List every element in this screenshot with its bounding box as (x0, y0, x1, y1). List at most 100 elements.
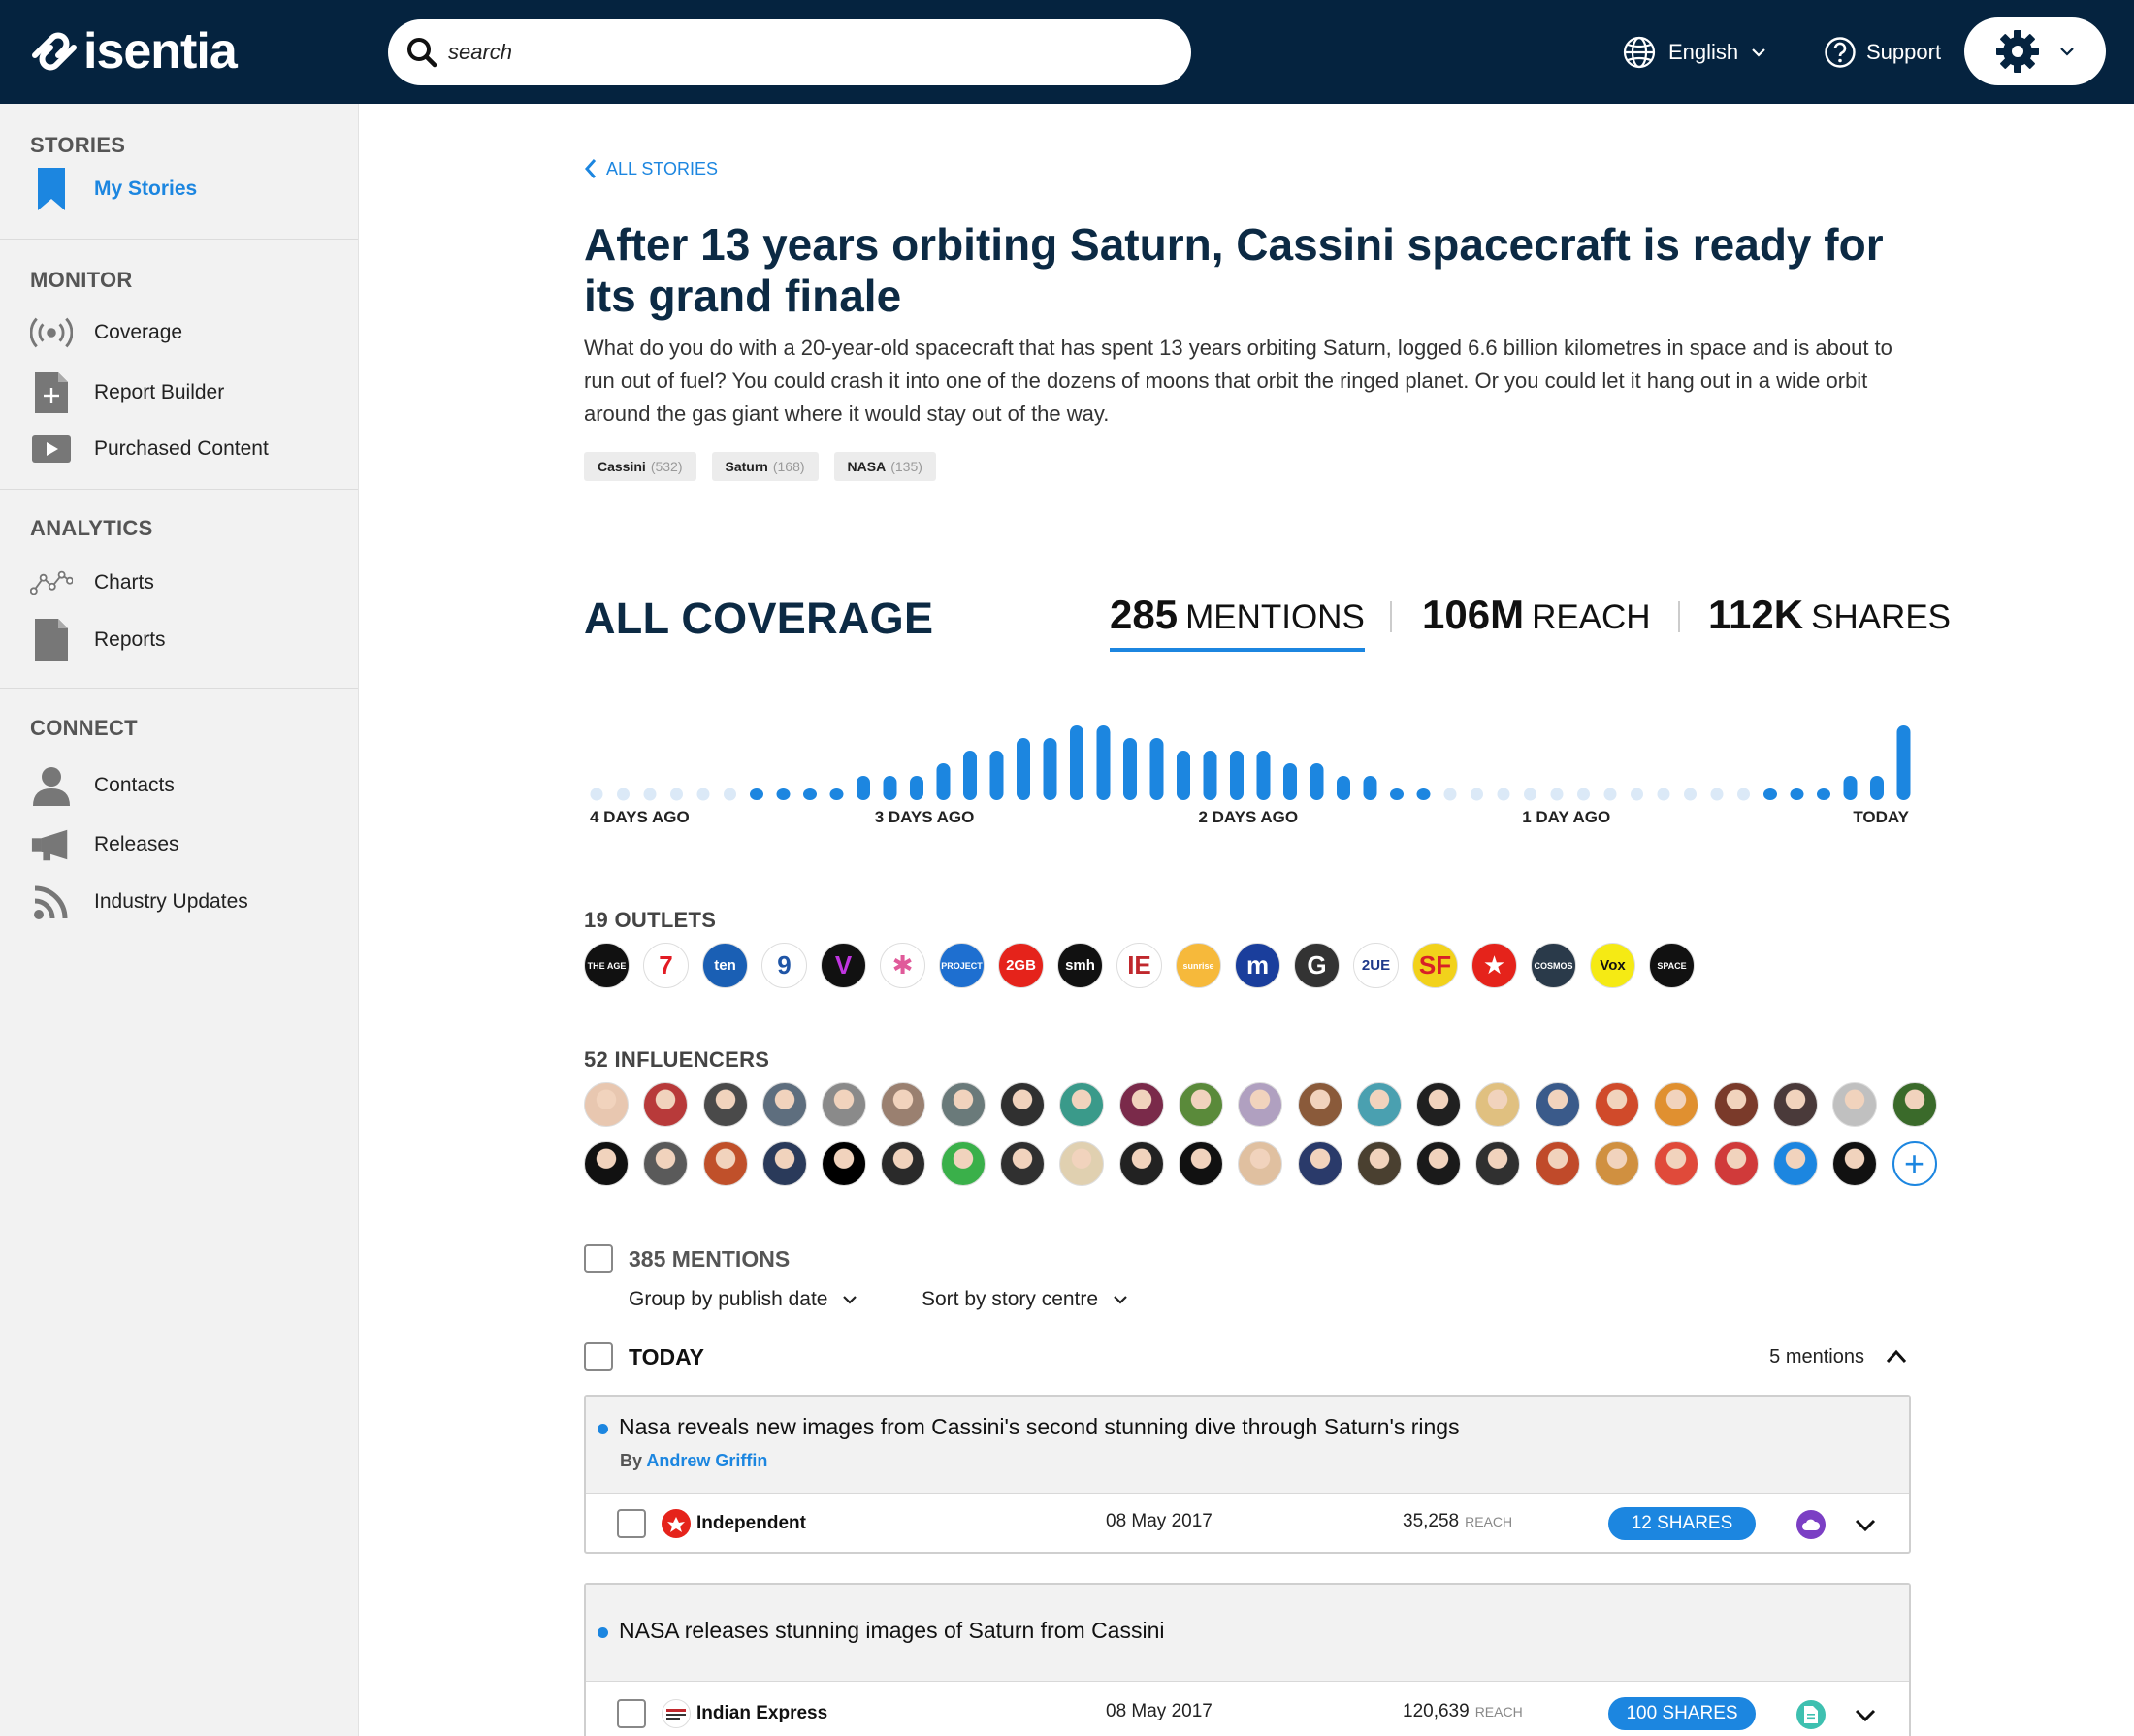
influencer-avatar[interactable] (1059, 1141, 1105, 1186)
influencer-avatar[interactable] (1000, 1082, 1046, 1127)
language-selector[interactable]: English (1622, 33, 1767, 72)
sidebar-item-industry-updates[interactable]: Industry Updates (30, 881, 248, 923)
influencer-avatar[interactable] (1178, 1141, 1223, 1186)
timeline-empty-point[interactable] (1657, 788, 1670, 801)
add-influencer-icon[interactable]: + (1892, 1141, 1937, 1186)
select-all-checkbox[interactable] (584, 1244, 613, 1273)
influencer-avatar[interactable] (584, 1082, 629, 1127)
outlet-logo-sunrise[interactable]: sunrise (1176, 943, 1221, 988)
outlet-logo-channel-9[interactable]: 9 (761, 943, 807, 988)
timeline-empty-point[interactable] (617, 788, 630, 801)
outlet-logo-sfgate[interactable]: SF (1412, 943, 1458, 988)
timeline-empty-point[interactable] (643, 788, 657, 801)
timeline-bar[interactable] (1870, 776, 1884, 800)
timeline-empty-point[interactable] (724, 788, 736, 801)
influencer-avatar[interactable] (1475, 1141, 1521, 1186)
timeline-bar[interactable] (1817, 788, 1830, 800)
tag-saturn[interactable]: Saturn (168) (711, 452, 819, 481)
influencer-avatar[interactable] (761, 1141, 807, 1186)
sidebar-item-coverage[interactable]: Coverage (30, 311, 182, 354)
timeline-empty-point[interactable] (1550, 788, 1564, 801)
sidebar-item-reports[interactable]: Reports (30, 619, 166, 661)
group-checkbox[interactable] (584, 1342, 613, 1371)
sidebar-item-contacts[interactable]: Contacts (30, 764, 175, 807)
influencer-avatar[interactable] (1416, 1141, 1462, 1186)
mention-title[interactable]: NASA releases stunning images of Saturn … (619, 1618, 1165, 1644)
timeline-bar[interactable] (1337, 776, 1350, 800)
timeline-bar[interactable] (829, 788, 844, 800)
influencer-avatar[interactable] (881, 1082, 926, 1127)
influencer-avatar[interactable] (1000, 1141, 1046, 1186)
sidebar-item-my-stories[interactable]: My Stories (30, 168, 197, 210)
sidebar-item-report-builder[interactable]: Report Builder (30, 371, 224, 414)
timeline-empty-point[interactable] (1737, 788, 1750, 801)
influencer-avatar[interactable] (881, 1141, 926, 1186)
sort-by-dropdown[interactable]: Sort by story centre (922, 1284, 1129, 1315)
timeline-bar[interactable] (1416, 788, 1431, 800)
influencer-avatar[interactable] (1713, 1082, 1759, 1127)
timeline-bar[interactable] (776, 788, 791, 800)
timeline-bar[interactable] (1230, 751, 1244, 800)
influencer-avatar[interactable] (1654, 1141, 1699, 1186)
timeline-bar[interactable] (803, 788, 817, 800)
sidebar-item-purchased-content[interactable]: Purchased Content (30, 428, 269, 470)
outlet-logo-mashable[interactable]: m (1235, 943, 1280, 988)
outlet-logo-indian-express-outlet[interactable]: IE (1116, 943, 1162, 988)
outlet-logo-smh[interactable]: smh (1057, 943, 1103, 988)
timeline-bar[interactable] (963, 751, 977, 800)
timeline-empty-point[interactable] (1710, 788, 1724, 801)
timeline-empty-point[interactable] (1497, 788, 1510, 801)
timeline-empty-point[interactable] (1443, 788, 1457, 801)
influencer-avatar[interactable] (940, 1141, 986, 1186)
influencer-avatar[interactable] (1178, 1082, 1223, 1127)
outlet-name[interactable]: Indian Express (662, 1699, 827, 1728)
timeline-empty-point[interactable] (590, 788, 603, 801)
influencer-avatar[interactable] (1832, 1082, 1878, 1127)
influencer-avatar[interactable] (1654, 1082, 1699, 1127)
sidebar-item-releases[interactable]: Releases (30, 823, 179, 866)
influencer-avatar[interactable] (1713, 1141, 1759, 1186)
influencer-avatar[interactable] (1535, 1082, 1580, 1127)
timeline-bar[interactable] (750, 788, 763, 800)
influencer-avatar[interactable] (1238, 1082, 1283, 1127)
influencer-avatar[interactable] (1416, 1082, 1462, 1127)
influencer-avatar[interactable] (1595, 1082, 1640, 1127)
timeline-empty-point[interactable] (1603, 788, 1617, 801)
timeline-bar[interactable] (1790, 788, 1804, 800)
timeline-bar[interactable] (1096, 725, 1111, 800)
influencer-avatar[interactable] (822, 1141, 867, 1186)
mention-title[interactable]: Nasa reveals new images from Cassini's s… (619, 1414, 1460, 1440)
timeline-bar[interactable] (857, 776, 870, 800)
shares-metric-tab[interactable]: 112K SHARES (1708, 592, 1951, 640)
influencer-avatar[interactable] (1059, 1082, 1105, 1127)
outlet-logo-the-project[interactable]: PROJECT (939, 943, 985, 988)
outlet-logo-space[interactable]: SPACE (1649, 943, 1695, 988)
timeline-bar[interactable] (1177, 751, 1190, 800)
search-input[interactable] (448, 40, 1127, 65)
influencer-avatar[interactable] (1595, 1141, 1640, 1186)
timeline-bar[interactable] (1256, 751, 1271, 800)
timeline-empty-point[interactable] (1524, 788, 1536, 801)
timeline-bar[interactable] (936, 763, 951, 800)
chevron-up-icon[interactable] (1882, 1342, 1911, 1371)
timeline-bar[interactable] (1310, 763, 1324, 800)
outlet-logo-independent-outlet[interactable]: ★ (1471, 943, 1517, 988)
support-link[interactable]: Support (1824, 33, 1941, 72)
tag-nasa[interactable]: NASA (135) (833, 452, 936, 481)
timeline-empty-point[interactable] (1471, 788, 1483, 801)
timeline-bar[interactable] (1363, 776, 1377, 800)
timeline-empty-point[interactable] (1577, 788, 1590, 801)
outlet-logo-sbs[interactable]: ✱ (880, 943, 925, 988)
outlet-name[interactable]: Independent (662, 1509, 806, 1538)
influencer-avatar[interactable] (1475, 1082, 1521, 1127)
timeline-empty-point[interactable] (1684, 788, 1697, 801)
influencer-avatar[interactable] (702, 1141, 748, 1186)
timeline-bar[interactable] (1017, 738, 1030, 800)
timeline-bar[interactable] (1896, 725, 1911, 800)
timeline-bar[interactable] (1203, 751, 1217, 800)
outlet-logo-the-age[interactable]: THE AGE (584, 943, 630, 988)
influencer-avatar[interactable] (822, 1082, 867, 1127)
chevron-down-icon[interactable] (1853, 1512, 1878, 1537)
outlet-logo-vice[interactable]: V (821, 943, 866, 988)
influencer-avatar[interactable] (1238, 1141, 1283, 1186)
